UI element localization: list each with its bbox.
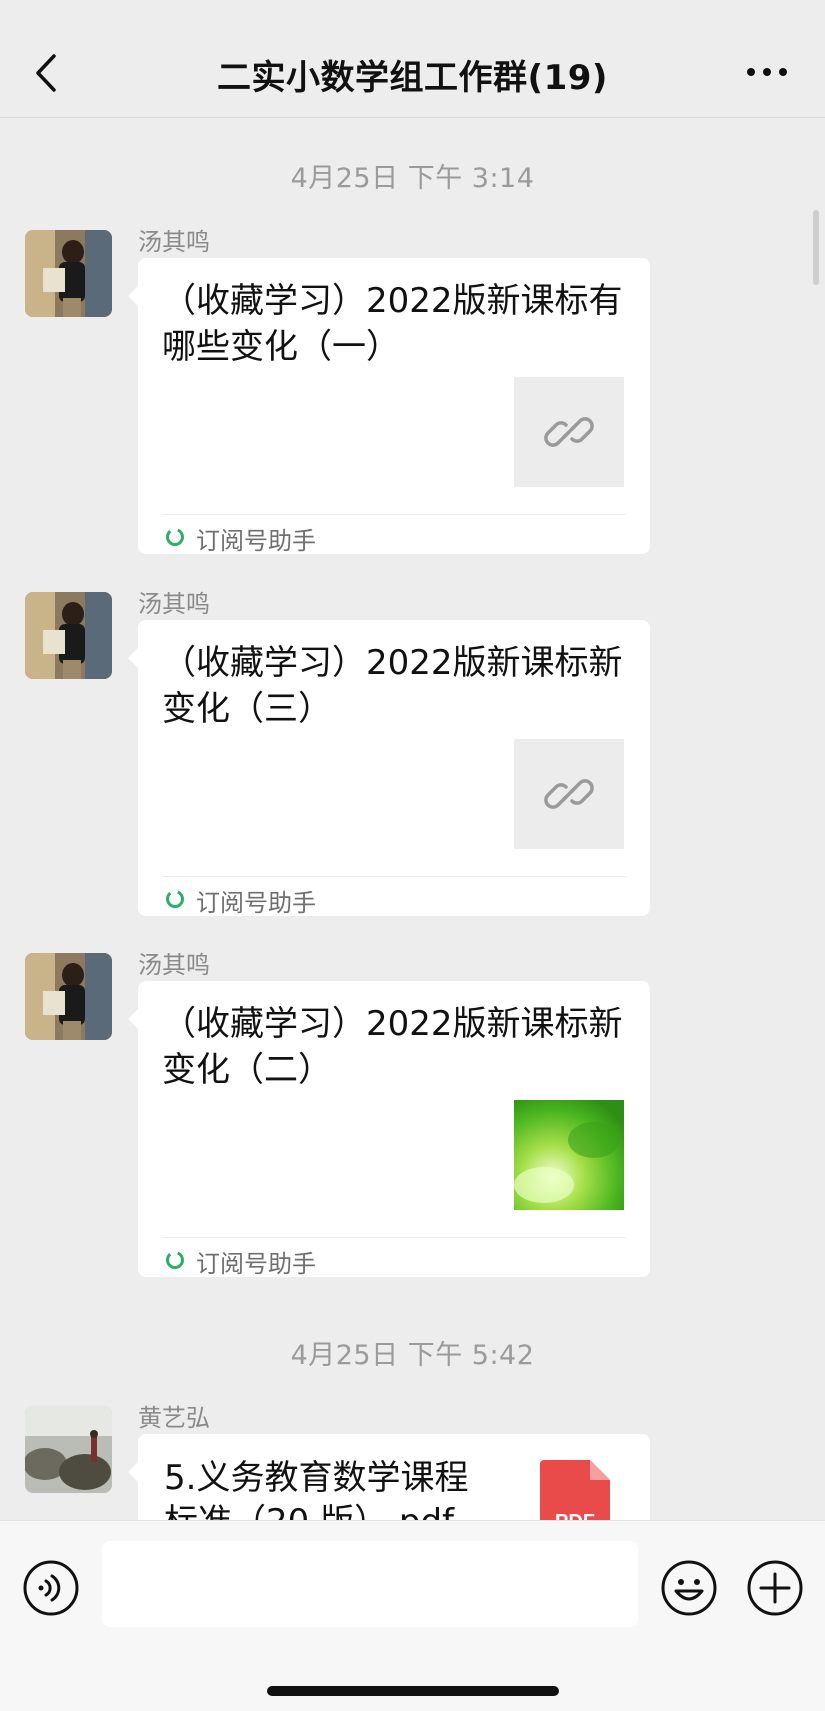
divider (162, 514, 626, 515)
chat-area[interactable]: 4月25日 下午 3:14 汤其鸣 （收藏学习）2022版新课标有哪些变化（一） (0, 118, 825, 1520)
subscription-icon (166, 528, 184, 546)
article-title: （收藏学习）2022版新课标有哪些变化（一） (162, 281, 623, 367)
source-label: 订阅号助手 (196, 889, 316, 917)
article-thumbnail (514, 1100, 624, 1210)
message-item: 汤其鸣 （收藏学习）2022版新课标有哪些变化（一） 订阅号助手 (0, 228, 825, 555)
avatar[interactable] (25, 592, 112, 679)
link-icon (544, 417, 594, 447)
article-card[interactable]: （收藏学习）2022版新课标有哪些变化（一） 订阅号助手 (128, 258, 650, 555)
avatar[interactable] (25, 1406, 112, 1493)
article-title: （收藏学习）2022版新课标新变化（三） (162, 643, 623, 729)
input-bar (0, 1520, 825, 1711)
subscription-icon (166, 1251, 184, 1269)
source-label: 订阅号助手 (196, 527, 316, 555)
sender-name: 汤其鸣 (138, 228, 210, 256)
article-card[interactable]: （收藏学习）2022版新课标新变化（二） 订阅号助手 (128, 981, 650, 1278)
green-image (514, 1100, 624, 1210)
sender-name: 黄艺弘 (138, 1404, 210, 1432)
emoji-icon[interactable] (660, 1559, 718, 1617)
chat-title: 二实小数学组工作群(19) (217, 58, 608, 98)
link-icon (544, 779, 594, 809)
subscription-icon (166, 890, 184, 908)
voice-icon[interactable] (22, 1559, 80, 1617)
message-item: 汤其鸣 （收藏学习）2022版新课标新变化（二） 订阅号助手 (0, 951, 825, 1278)
message-item: 汤其鸣 （收藏学习）2022版新课标新变化（三） 订阅号助手 (0, 590, 825, 917)
source-label: 订阅号助手 (196, 1250, 316, 1278)
svg-text:PDF: PDF (555, 1511, 595, 1520)
divider (162, 876, 626, 877)
message-item: 黄艺弘 5.义务教育数学课程标准（20 版）.pdf PDF (0, 1404, 825, 1520)
ellipsis-icon[interactable] (745, 62, 789, 82)
home-indicator[interactable] (267, 1686, 559, 1696)
sender-name: 汤其鸣 (138, 951, 210, 979)
sender-name: 汤其鸣 (138, 590, 210, 618)
file-name: 5.义务教育数学课程标准（20 版）.pdf (164, 1458, 469, 1520)
article-title: （收藏学习）2022版新课标新变化（二） (162, 1004, 623, 1090)
file-card[interactable]: 5.义务教育数学课程标准（20 版）.pdf PDF (128, 1434, 650, 1520)
article-card[interactable]: （收藏学习）2022版新课标新变化（三） 订阅号助手 (128, 620, 650, 917)
plus-icon[interactable] (746, 1559, 804, 1617)
timestamp: 4月25日 下午 3:14 (290, 163, 535, 194)
chat-header: 二实小数学组工作群(19) (0, 0, 825, 118)
pdf-icon: PDF (540, 1460, 610, 1520)
article-thumbnail (514, 739, 624, 849)
divider (162, 1237, 626, 1238)
message-input[interactable] (102, 1541, 638, 1627)
article-thumbnail (514, 377, 624, 487)
avatar[interactable] (25, 953, 112, 1040)
avatar[interactable] (25, 230, 112, 317)
timestamp: 4月25日 下午 5:42 (290, 1340, 535, 1371)
